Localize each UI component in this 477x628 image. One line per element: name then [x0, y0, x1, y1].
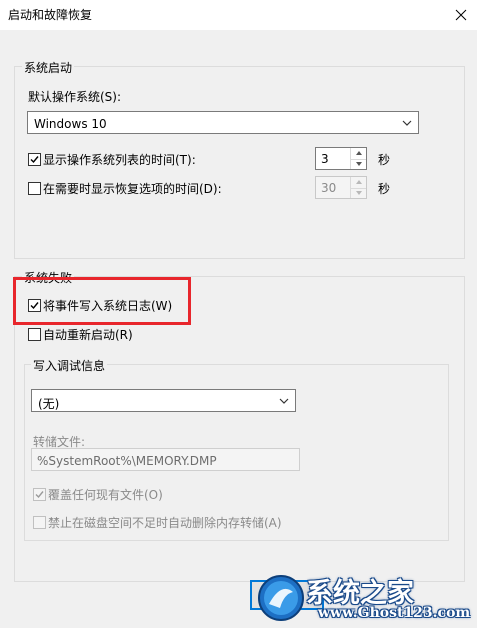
show-os-list-checkbox[interactable] — [28, 153, 41, 166]
watermark-logo-icon — [256, 574, 306, 622]
dump-file-input: %SystemRoot%\MEMORY.DMP — [31, 448, 300, 471]
show-recovery-checkbox[interactable] — [28, 182, 41, 195]
checkmark-icon — [35, 491, 44, 499]
default-os-value: Windows 10 — [34, 117, 107, 131]
arrow-up-icon — [355, 180, 362, 185]
dump-type-value: (无) — [38, 397, 60, 411]
disable-autodelete-checkbox — [33, 516, 46, 529]
default-os-label: 默认操作系统(S): — [28, 90, 122, 104]
default-os-dropdown[interactable]: Windows 10 — [27, 111, 419, 134]
show-recovery-unit: 秒 — [378, 182, 391, 196]
dump-file-value: %SystemRoot%\MEMORY.DMP — [37, 454, 217, 468]
chevron-down-icon — [279, 398, 289, 404]
watermark-url: www.Ghost123.com — [318, 605, 471, 621]
arrow-up-icon — [355, 151, 362, 156]
show-os-list-value: 3 — [321, 152, 329, 166]
show-os-list-label: 显示操作系统列表的时间(T): — [43, 153, 196, 167]
debug-info-title: 写入调试信息 — [31, 357, 108, 374]
show-os-list-spinner[interactable]: 3 — [315, 147, 367, 170]
overwrite-label: 覆盖任何现有文件(O) — [48, 488, 163, 502]
write-event-label: 将事件写入系统日志(W) — [43, 299, 173, 313]
disable-autodelete-label: 禁止在磁盘空间不足时自动删除内存转储(A) — [48, 516, 282, 530]
spin-down-button — [351, 188, 366, 199]
show-recovery-label: 在需要时显示恢复选项的时间(D): — [43, 182, 222, 196]
arrow-down-icon — [355, 161, 362, 166]
auto-restart-label: 自动重新启动(R) — [43, 328, 133, 342]
write-event-checkbox[interactable] — [28, 299, 41, 312]
chevron-down-icon — [402, 120, 412, 126]
auto-restart-checkbox[interactable] — [28, 328, 41, 341]
dump-type-dropdown[interactable]: (无) — [31, 389, 296, 412]
show-recovery-value: 30 — [321, 181, 337, 195]
window-title: 启动和故障恢复 — [8, 8, 93, 22]
close-icon — [455, 9, 467, 21]
system-startup-title: 系统启动 — [22, 59, 75, 76]
arrow-down-icon — [355, 190, 362, 195]
show-os-list-unit: 秒 — [378, 153, 391, 167]
checkmark-icon — [30, 302, 39, 310]
show-recovery-spinner: 30 — [315, 176, 367, 199]
overwrite-checkbox — [33, 488, 46, 501]
checkmark-icon — [30, 156, 39, 164]
close-button[interactable] — [446, 0, 476, 30]
spin-down-button[interactable] — [351, 159, 366, 170]
